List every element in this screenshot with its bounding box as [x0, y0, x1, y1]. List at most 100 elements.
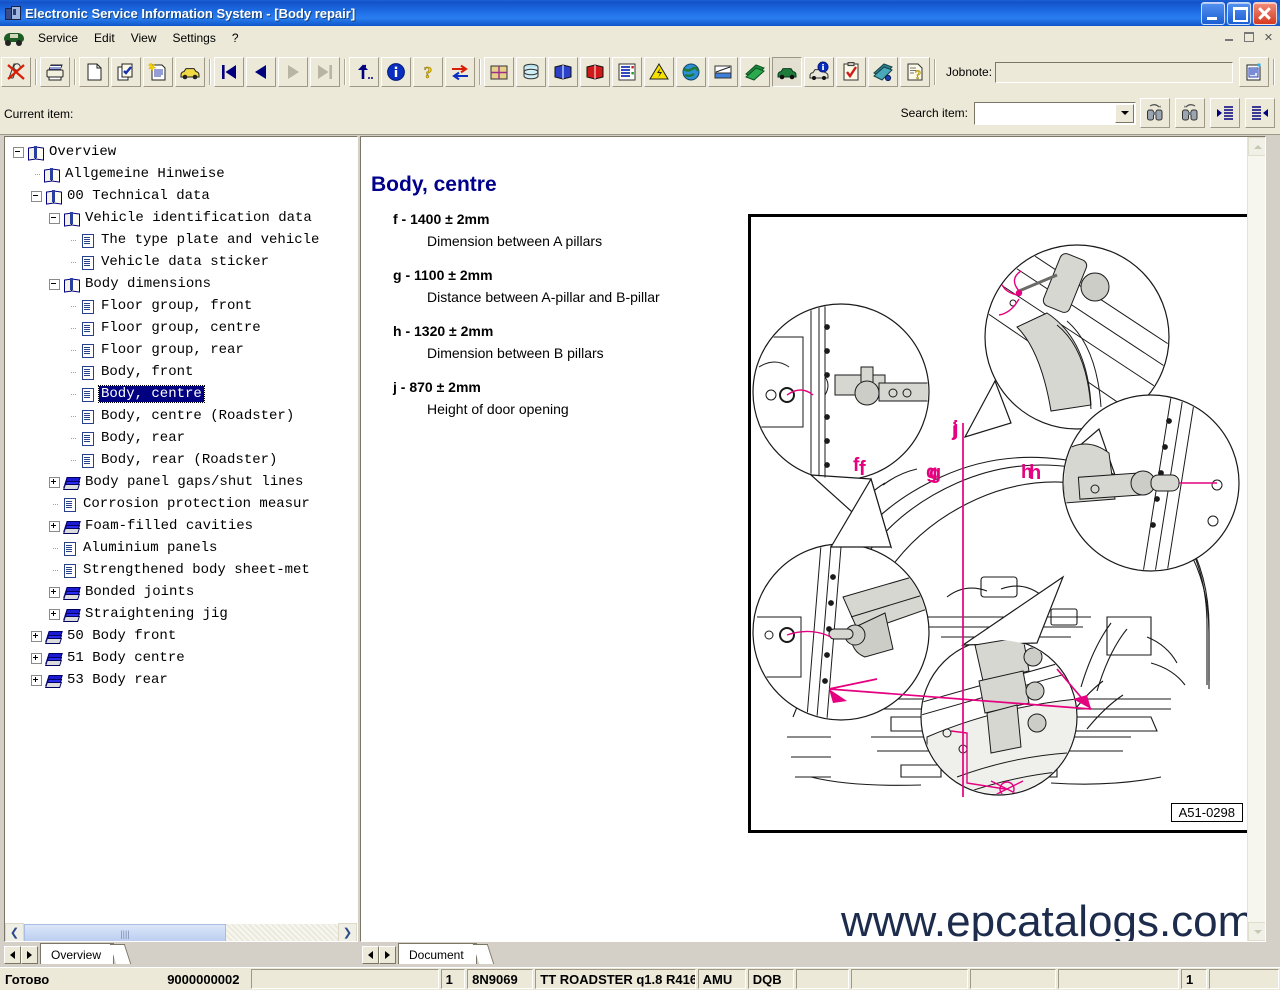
scroll-up-icon[interactable] [1248, 137, 1266, 156]
expand-toggle-icon[interactable] [31, 675, 42, 686]
parts-cube-icon[interactable] [484, 57, 514, 87]
globe-icon[interactable] [676, 57, 706, 87]
tree-item[interactable]: Floor group, centre [5, 317, 321, 339]
tree-item[interactable]: Body, centre (Roadster) [5, 405, 321, 427]
tree-item[interactable]: Foam-filled cavities [5, 515, 321, 537]
mdi-restore-button[interactable] [1239, 28, 1258, 46]
mdi-minimize-button[interactable] [1219, 28, 1238, 46]
expand-toggle-icon[interactable] [31, 653, 42, 664]
collapse-toggle-icon[interactable] [31, 191, 42, 202]
green-car-icon[interactable] [772, 57, 802, 87]
warning-icon[interactable] [644, 57, 674, 87]
expand-toggle-icon[interactable] [31, 631, 42, 642]
menu-item-view[interactable]: View [123, 29, 165, 47]
tree-item[interactable]: Body panel gaps/shut lines [5, 471, 321, 493]
collapse-left-icon[interactable] [1210, 98, 1240, 128]
tree-item[interactable]: Straightening jig [5, 603, 321, 625]
up-level-icon[interactable] [349, 57, 379, 87]
chevron-down-icon[interactable] [1115, 104, 1134, 123]
new-document-icon[interactable] [79, 57, 109, 87]
tree-item[interactable]: Floor group, rear [5, 339, 321, 361]
tree-item[interactable]: Body dimensions [5, 273, 321, 295]
tree-item[interactable]: Body, front [5, 361, 321, 383]
doc-tab-prev-icon[interactable] [362, 946, 379, 964]
tree-item[interactable]: Vehicle identification data [5, 207, 321, 229]
collapse-toggle-icon[interactable] [13, 147, 24, 158]
previous-icon[interactable] [246, 57, 276, 87]
tree-item[interactable]: Floor group, front [5, 295, 321, 317]
tab-overview[interactable]: Overview [40, 943, 114, 964]
tree-item[interactable]: Body, rear (Roadster) [5, 449, 321, 471]
green-book-icon[interactable] [740, 57, 770, 87]
expand-toggle-icon[interactable] [49, 477, 60, 488]
red-book-icon[interactable] [580, 57, 610, 87]
tree-item[interactable]: Allgemeine Hinweise [5, 163, 321, 185]
blue-book-icon[interactable] [548, 57, 578, 87]
search-input[interactable] [974, 102, 1136, 125]
tree-horizontal-scrollbar[interactable]: ❮ |||| ❯ [5, 924, 357, 941]
list-icon[interactable] [612, 57, 642, 87]
tree-item[interactable]: Bonded joints [5, 581, 321, 603]
new-page-icon[interactable] [143, 57, 173, 87]
info-icon[interactable] [381, 57, 411, 87]
tree-item[interactable]: The type plate and vehicle [5, 229, 321, 251]
tree-scroll-track[interactable]: |||| [24, 924, 338, 941]
minimize-button[interactable] [1201, 2, 1225, 25]
database-icon[interactable] [516, 57, 546, 87]
jobnote-input[interactable] [995, 62, 1233, 83]
exit-icon[interactable] [1, 57, 31, 87]
teal-book-icon[interactable] [868, 57, 898, 87]
menu-item-edit[interactable]: Edit [86, 29, 123, 47]
menu-item-service[interactable]: Service [30, 29, 86, 47]
tree-item[interactable]: Body, centre [5, 383, 321, 405]
tab-prev-icon[interactable] [4, 946, 21, 964]
maximize-button[interactable] [1227, 2, 1251, 25]
tree-item[interactable]: 00 Technical data [5, 185, 321, 207]
expand-toggle-icon[interactable] [49, 609, 60, 620]
close-button[interactable] [1253, 2, 1277, 25]
tree-item[interactable]: Vehicle data sticker [5, 251, 321, 273]
tree-item[interactable]: Body, rear [5, 427, 321, 449]
scroll-left-icon[interactable]: ❮ [5, 923, 24, 942]
car-info-icon[interactable] [804, 57, 834, 87]
search-back-icon[interactable] [1140, 98, 1170, 128]
checklist-copy-icon[interactable] [111, 57, 141, 87]
tree-item[interactable]: Corrosion protection measur [5, 493, 321, 515]
tree-item[interactable]: 53 Body rear [5, 669, 321, 691]
collapse-toggle-icon[interactable] [49, 213, 60, 224]
chart-icon[interactable] [708, 57, 738, 87]
vehicle-icon[interactable] [175, 57, 205, 87]
last-icon[interactable] [310, 57, 340, 87]
swap-icon[interactable] [445, 57, 475, 87]
jobnote-editor-icon[interactable] [1239, 57, 1269, 87]
menu-item-help[interactable]: ? [224, 29, 247, 47]
clipboard-check-icon[interactable] [836, 57, 866, 87]
document-help-icon[interactable]: ? [900, 57, 930, 87]
menu-item-settings[interactable]: Settings [165, 29, 224, 47]
scroll-right-icon[interactable]: ❯ [338, 923, 357, 942]
tree-scroll-thumb[interactable]: |||| [24, 924, 226, 942]
expand-toggle-icon[interactable] [49, 521, 60, 532]
first-icon[interactable] [214, 57, 244, 87]
search-forward-icon[interactable] [1175, 98, 1205, 128]
print-icon[interactable] [40, 57, 70, 87]
scroll-down-icon[interactable] [1248, 922, 1266, 941]
tree-panel[interactable]: OverviewAllgemeine Hinweise00 Technical … [4, 136, 358, 942]
document-vertical-scrollbar[interactable] [1247, 137, 1265, 941]
expand-toggle-icon[interactable] [49, 587, 60, 598]
next-icon[interactable] [278, 57, 308, 87]
tree-item[interactable]: Overview [5, 141, 321, 163]
dimension-key: h - 1320 ± 2mm [393, 323, 721, 339]
help-icon[interactable]: ? [413, 57, 443, 87]
doc-tab-next-icon[interactable] [379, 946, 396, 964]
collapse-toggle-icon[interactable] [49, 279, 60, 290]
tree-item[interactable]: Aluminium panels [5, 537, 321, 559]
tab-document[interactable]: Document [398, 943, 477, 964]
tree-item[interactable]: Strengthened body sheet-met [5, 559, 321, 581]
tab-next-icon[interactable] [21, 946, 38, 964]
mdi-close-button[interactable]: ✕ [1259, 28, 1278, 46]
navigation-tree[interactable]: OverviewAllgemeine Hinweise00 Technical … [5, 137, 321, 691]
expand-right-icon[interactable] [1245, 98, 1275, 128]
tree-item[interactable]: 51 Body centre [5, 647, 321, 669]
tree-item[interactable]: 50 Body front [5, 625, 321, 647]
